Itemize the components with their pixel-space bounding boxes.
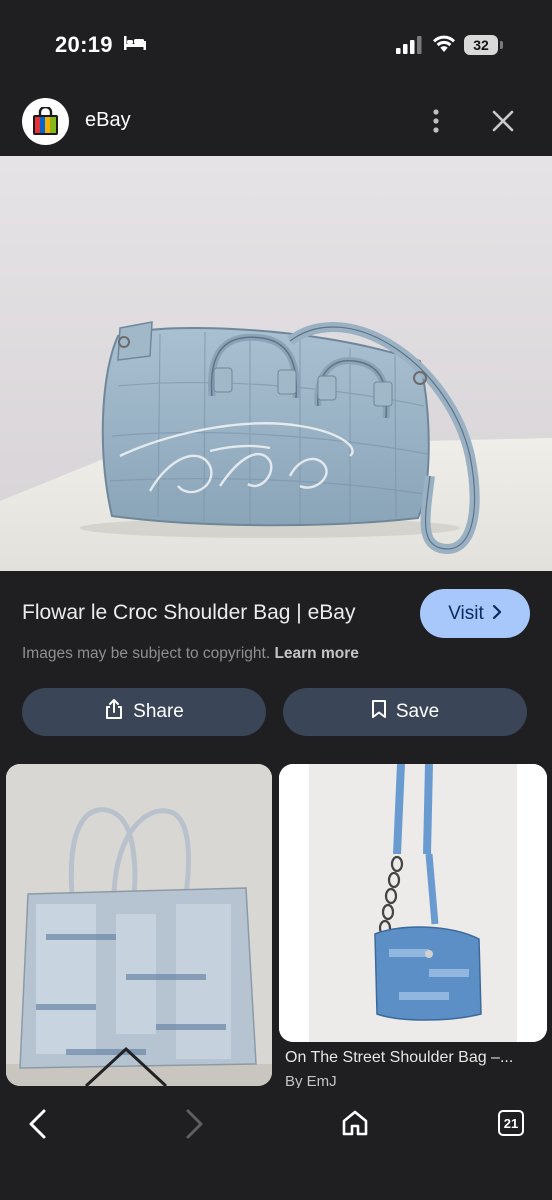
status-bar: 20:19 32 [0,0,552,90]
share-label: Share [133,701,184,722]
tabs-icon[interactable]: 21 [498,1110,524,1136]
ebay-logo-icon[interactable] [22,98,69,145]
wifi-icon [432,35,456,58]
close-icon[interactable] [490,108,516,134]
related-image-card[interactable] [6,764,272,1086]
result-title[interactable]: Flowar le Croc Shoulder Bag | eBay [22,601,355,625]
share-button[interactable]: Share [22,688,266,736]
visit-button[interactable]: Visit [420,589,530,638]
product-image[interactable] [0,156,552,571]
save-label: Save [395,701,440,722]
battery-level: 32 [464,35,498,55]
status-time: 20:19 [55,32,113,57]
related-item-title[interactable]: On The Street Shoulder Bag –... [285,1049,545,1067]
copyright-notice: Images may be subject to copyright. Lear… [22,645,359,663]
share-icon [104,698,124,726]
forward-icon[interactable] [182,1108,206,1145]
site-name: eBay [85,109,131,131]
related-image-card[interactable] [279,764,547,1042]
home-icon[interactable] [340,1108,370,1143]
bed-icon [123,35,147,56]
bottom-nav: 21 [0,1088,552,1200]
battery-icon: 32 [464,35,503,55]
copyright-text: Images may be subject to copyright. [22,645,271,662]
more-vert-icon[interactable] [426,106,446,136]
visit-label: Visit [448,602,484,624]
learn-more-link[interactable]: Learn more [274,645,358,662]
signal-icon [395,36,423,59]
back-icon[interactable] [26,1108,50,1145]
chevron-right-icon [492,603,502,625]
result-title-row: Flowar le Croc Shoulder Bag | eBay Visit [0,585,552,645]
bookmark-icon [371,699,387,725]
site-header: eBay [0,90,552,156]
save-button[interactable]: Save [283,688,527,736]
